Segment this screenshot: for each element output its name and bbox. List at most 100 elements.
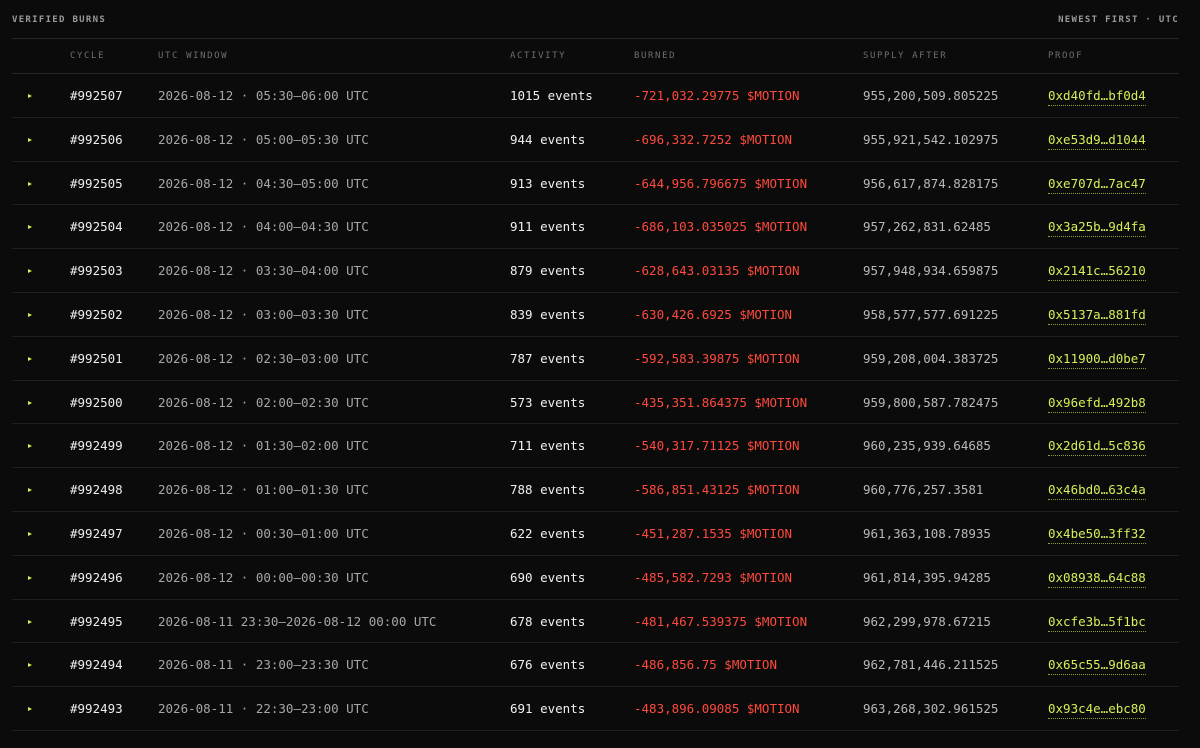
- burned-amount: -483,896.09085 $MOTION: [634, 701, 800, 717]
- expand-caret-icon[interactable]: [28, 94, 32, 98]
- column-header-activity[interactable]: ACTIVITY: [510, 51, 566, 61]
- proof-hash[interactable]: 0x5137a…881fd: [1048, 306, 1146, 325]
- proof-link[interactable]: 0x11900…d0be7: [1048, 337, 1146, 380]
- column-header-cycle[interactable]: CYCLE: [70, 51, 105, 61]
- burned-amount: -628,643.03135 $MOTION: [634, 263, 800, 279]
- supply-after: 960,776,257.3581: [863, 482, 984, 498]
- supply-after: 962,781,446.211525: [863, 657, 999, 673]
- utc-window: 2026-08-12 · 05:30–06:00 UTC: [158, 88, 369, 103]
- table-row[interactable]: #992493 2026-08-11 · 22:30–23:00 UTC 691 e…: [12, 687, 1179, 731]
- expand-caret-icon[interactable]: [28, 400, 32, 405]
- expand-caret-icon[interactable]: [28, 575, 32, 580]
- table-row[interactable]: #992496 2026-08-12 · 00:00–00:30 UTC 690 e…: [12, 556, 1179, 600]
- utc-window: 2026-08-11 23:30–2026-08-12 00:00 UTC: [158, 613, 437, 629]
- proof-hash[interactable]: 0x65c55…9d6aa: [1048, 657, 1146, 676]
- proof-hash[interactable]: 0x46bd0…63c4a: [1048, 482, 1146, 501]
- cycle-id: #992502: [70, 306, 123, 322]
- expand-caret-icon[interactable]: [28, 619, 32, 624]
- supply-after: 961,814,395.94285: [863, 569, 991, 585]
- proof-hash[interactable]: 0xcfe3b…5f1bc: [1048, 613, 1146, 632]
- column-header-burned[interactable]: BURNED: [634, 51, 676, 61]
- expand-caret-icon[interactable]: [28, 137, 32, 142]
- burned-amount: -481,467.539375 $MOTION: [634, 613, 808, 629]
- proof-link[interactable]: 0xe53d9…d1044: [1048, 118, 1146, 161]
- table-row[interactable]: #992506 2026-08-12 · 05:00–05:30 UTC 944 e…: [12, 118, 1179, 162]
- proof-hash[interactable]: 0x11900…d0be7: [1048, 350, 1146, 369]
- burned-amount: -644,956.796675 $MOTION: [634, 175, 808, 191]
- verified-burns-page: VERIFIED BURNS NEWEST FIRST · UTC CYCLE …: [0, 0, 1200, 748]
- proof-link[interactable]: 0x93c4e…ebc80: [1048, 687, 1146, 730]
- proof-link[interactable]: 0x4be50…3ff32: [1048, 512, 1146, 555]
- proof-hash[interactable]: 0x08938…64c88: [1048, 569, 1146, 588]
- proof-link[interactable]: 0x2141c…56210: [1048, 249, 1146, 292]
- table-row[interactable]: #992497 2026-08-12 · 00:30–01:00 UTC 622 e…: [12, 512, 1179, 556]
- table-row[interactable]: #992507 2026-08-12 · 05:30–06:00 UTC 1015 …: [12, 74, 1179, 118]
- proof-hash[interactable]: 0x96efd…492b8: [1048, 394, 1146, 413]
- utc-window: 2026-08-12 · 01:00–01:30 UTC: [158, 482, 369, 498]
- proof-hash[interactable]: 0x2d61d…5c836: [1048, 438, 1146, 457]
- activity-count: 913 events: [510, 175, 586, 191]
- activity-count: 690 events: [510, 569, 586, 585]
- expand-caret-icon[interactable]: [28, 707, 32, 712]
- expand-caret-icon[interactable]: [28, 356, 32, 361]
- expand-caret-icon[interactable]: [28, 444, 32, 449]
- burned-amount: -540,317.71125 $MOTION: [634, 438, 800, 454]
- proof-link[interactable]: 0xcfe3b…5f1bc: [1048, 600, 1146, 643]
- table-row[interactable]: #992499 2026-08-12 · 01:30–02:00 UTC 711 e…: [12, 424, 1179, 469]
- utc-window: 2026-08-12 · 05:00–05:30 UTC: [158, 131, 369, 147]
- cycle-id: #992498: [70, 482, 123, 498]
- cycle-id: #992503: [70, 263, 123, 279]
- proof-link[interactable]: 0x2d61d…5c836: [1048, 424, 1146, 467]
- proof-link[interactable]: 0x5137a…881fd: [1048, 293, 1146, 336]
- proof-link[interactable]: 0x96efd…492b8: [1048, 381, 1146, 424]
- activity-count: 622 events: [510, 525, 586, 541]
- expand-caret-icon[interactable]: [28, 225, 32, 230]
- table-row[interactable]: #992498 2026-08-12 · 01:00–01:30 UTC 788 e…: [12, 468, 1179, 512]
- supply-after: 957,262,831.62485: [863, 219, 991, 235]
- table-row[interactable]: #992500 2026-08-12 · 02:00–02:30 UTC 573 e…: [12, 381, 1179, 425]
- proof-link[interactable]: 0x46bd0…63c4a: [1048, 468, 1146, 511]
- utc-window: 2026-08-12 · 04:00–04:30 UTC: [158, 219, 369, 235]
- expand-caret-icon[interactable]: [28, 488, 32, 493]
- cycle-id: #992496: [70, 569, 123, 585]
- activity-count: 911 events: [510, 219, 586, 235]
- supply-after: 958,577,577.691225: [863, 306, 999, 322]
- table-row[interactable]: #992494 2026-08-11 · 23:00–23:30 UTC 676 e…: [12, 643, 1179, 688]
- supply-after: 962,299,978.67215: [863, 613, 991, 629]
- table-row[interactable]: #992505 2026-08-12 · 04:30–05:00 UTC 913 e…: [12, 162, 1179, 206]
- column-header-proof[interactable]: PROOF: [1048, 51, 1083, 61]
- cycle-id: #992501: [70, 350, 123, 366]
- proof-hash[interactable]: 0xd40fd…bf0d4: [1048, 88, 1146, 106]
- table-row[interactable]: #992504 2026-08-12 · 04:00–04:30 UTC 911 e…: [12, 205, 1179, 250]
- column-header-utc-window[interactable]: UTC WINDOW: [158, 51, 228, 61]
- proof-hash[interactable]: 0x4be50…3ff32: [1048, 525, 1146, 544]
- panel-title: VERIFIED BURNS: [12, 15, 107, 25]
- utc-window: 2026-08-11 · 23:00–23:30 UTC: [158, 657, 369, 673]
- proof-link[interactable]: 0x08938…64c88: [1048, 556, 1146, 599]
- table-row[interactable]: #992502 2026-08-12 · 03:00–03:30 UTC 839 e…: [12, 293, 1179, 337]
- expand-caret-icon[interactable]: [28, 269, 32, 274]
- proof-hash[interactable]: 0xe707d…7ac47: [1048, 175, 1146, 194]
- cycle-id: #992494: [70, 657, 123, 673]
- column-header-supply-after[interactable]: SUPPLY AFTER: [863, 51, 947, 61]
- table-row[interactable]: #992495 2026-08-11 23:30–2026-08-12 00:00…: [12, 600, 1179, 644]
- supply-after: 955,200,509.805225: [863, 88, 999, 103]
- proof-link[interactable]: 0x65c55…9d6aa: [1048, 643, 1146, 686]
- proof-link[interactable]: 0x3a25b…9d4fa: [1048, 205, 1146, 248]
- burned-amount: -696,332.7252 $MOTION: [634, 131, 793, 147]
- sort-order-toggle[interactable]: NEWEST FIRST · UTC: [1058, 15, 1179, 25]
- expand-caret-icon[interactable]: [28, 663, 32, 668]
- expand-caret-icon[interactable]: [28, 312, 32, 317]
- expand-caret-icon[interactable]: [28, 181, 32, 186]
- proof-link[interactable]: 0xd40fd…bf0d4: [1048, 74, 1146, 117]
- expand-caret-icon[interactable]: [28, 531, 32, 536]
- proof-hash[interactable]: 0x93c4e…ebc80: [1048, 701, 1146, 720]
- proof-hash[interactable]: 0xe53d9…d1044: [1048, 131, 1146, 150]
- activity-count: 944 events: [510, 131, 586, 147]
- burned-amount: -451,287.1535 $MOTION: [634, 525, 793, 541]
- proof-hash[interactable]: 0x2141c…56210: [1048, 263, 1146, 282]
- table-row[interactable]: #992503 2026-08-12 · 03:30–04:00 UTC 879 e…: [12, 249, 1179, 293]
- table-row[interactable]: #992501 2026-08-12 · 02:30–03:00 UTC 787 e…: [12, 337, 1179, 381]
- proof-link[interactable]: 0xe707d…7ac47: [1048, 162, 1146, 205]
- proof-hash[interactable]: 0x3a25b…9d4fa: [1048, 219, 1146, 238]
